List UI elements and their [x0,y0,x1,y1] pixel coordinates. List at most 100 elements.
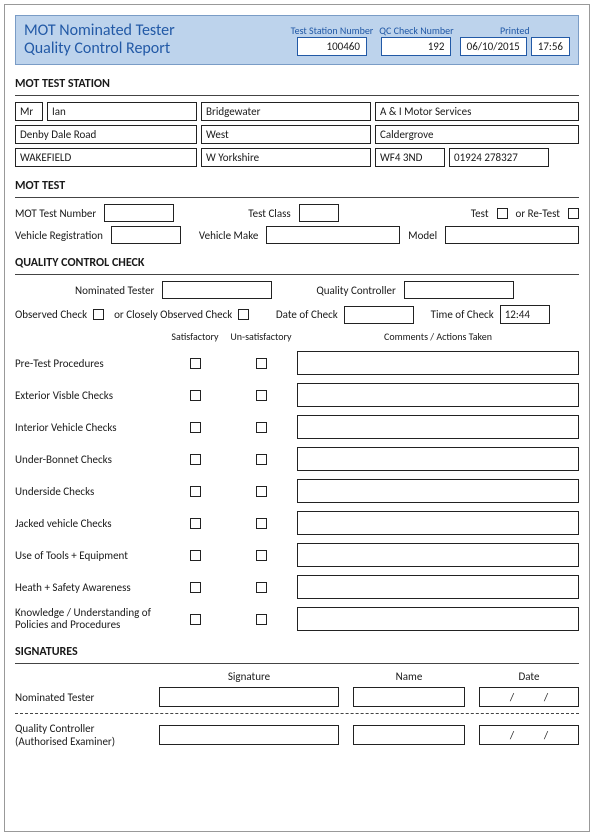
station-firstname: Ian [47,102,197,121]
station-area: West [201,125,371,144]
quality-controller-input[interactable] [404,281,514,299]
check-sat[interactable] [190,614,201,625]
check-sat[interactable] [190,422,201,433]
observed-check-checkbox[interactable] [93,309,104,320]
station-row3: WAKEFIELD W Yorkshire WF4 3ND 01924 2783… [15,148,579,167]
station-phone: 01924 278327 [449,148,549,167]
check-item-label: Under-Bonnet Checks [15,453,165,466]
station-postcode: WF4 3ND [375,148,445,167]
sig-qc-date[interactable]: / / [479,725,579,745]
comment-box[interactable] [297,511,579,535]
page: MOT Nominated Tester Quality Control Rep… [4,4,590,832]
vehicle-make-label: Vehicle Make [199,229,258,242]
vehicle-make-input[interactable] [266,226,400,244]
check-item-label: Use of Tools + Equipment [15,549,165,562]
sig-qc-name[interactable] [353,725,465,745]
sig-tester-name[interactable] [353,687,465,707]
sig-qc-signature[interactable] [159,725,339,745]
signature-row-tester: Nominated Tester / / [15,687,579,707]
test-class-label: Test Class [248,207,290,220]
qc-check-value: 192 [381,37,451,56]
comment-box[interactable] [297,447,579,471]
comment-box[interactable] [297,479,579,503]
sig-tester-signature[interactable] [159,687,339,707]
test-checkbox[interactable] [497,208,508,219]
divider [15,663,579,664]
mottest-section-title: MOT TEST [15,179,579,193]
title-line2: Quality Control Report [24,40,285,58]
check-unsat[interactable] [256,358,267,369]
comment-box[interactable] [297,543,579,567]
check-item-label: Exterior Visble Checks [15,389,165,402]
check-unsat[interactable] [256,582,267,593]
date-of-check-label: Date of Check [276,308,338,321]
check-sat[interactable] [190,550,201,561]
comment-box[interactable] [297,351,579,375]
test-station-value: 100460 [297,37,367,56]
report-title: MOT Nominated Tester Quality Control Rep… [24,22,285,58]
check-unsat[interactable] [256,550,267,561]
check-unsat[interactable] [256,486,267,497]
check-sat[interactable] [190,390,201,401]
test-number-input[interactable] [104,204,174,222]
check-unsat[interactable] [256,614,267,625]
check-sat[interactable] [190,454,201,465]
qc-check-label: QC Check Number [379,24,453,37]
vehicle-reg-label: Vehicle Registration [15,229,103,242]
col-comments: Comments / Actions Taken [297,330,579,343]
station-row2: Denby Dale Road West Caldergrove [15,125,579,144]
comment-box[interactable] [297,383,579,407]
time-of-check-input[interactable]: 12:44 [500,305,550,324]
retest-checkbox[interactable] [568,208,579,219]
station-address1: Denby Dale Road [15,125,197,144]
observed-check-label: Observed Check [15,308,87,321]
comment-box[interactable] [297,575,579,599]
signature-row-qc: Quality Controller (Authorised Examiner)… [15,722,579,748]
station-county: W Yorkshire [201,148,371,167]
or-retest-label: or Re-Test [516,207,560,220]
divider [15,274,579,275]
qc-options-row: Observed Check or Closely Observed Check… [15,305,579,324]
station-title: Mr [15,102,43,121]
station-section-title: MOT TEST STATION [15,77,579,91]
nominated-tester-input[interactable] [162,281,272,299]
check-unsat[interactable] [256,422,267,433]
qc-check-field: QC Check Number 192 [379,24,453,56]
mottest-row2: Vehicle Registration Vehicle Make Model [15,226,579,244]
time-of-check-label: Time of Check [431,308,494,321]
closely-observed-checkbox[interactable] [238,309,249,320]
check-sat[interactable] [190,486,201,497]
station-locality: Caldergrove [375,125,579,144]
vehicle-reg-input[interactable] [111,226,181,244]
model-label: Model [408,229,437,242]
date-of-check-input[interactable] [344,306,414,324]
title-line1: MOT Nominated Tester [24,22,285,40]
signatures-section-title: SIGNATURES [15,645,579,659]
quality-controller-label: Quality Controller [316,284,396,297]
check-unsat[interactable] [256,518,267,529]
test-label: Test [471,207,489,220]
check-sat[interactable] [190,358,201,369]
printed-date: 06/10/2015 [460,37,527,56]
station-row1: Mr Ian Bridgewater A & I Motor Services [15,102,579,121]
model-input[interactable] [445,226,579,244]
sig-qc-label: Quality Controller (Authorised Examiner) [15,722,145,748]
check-sat[interactable] [190,582,201,593]
test-class-input[interactable] [299,204,339,222]
dashed-divider [15,713,579,714]
check-item-label: Heath + Safety Awareness [15,581,165,594]
station-town: WAKEFIELD [15,148,197,167]
divider [15,197,579,198]
check-unsat[interactable] [256,390,267,401]
closely-observed-label: or Closely Observed Check [114,308,232,321]
check-sat[interactable] [190,518,201,529]
check-item-label: Underside Checks [15,485,165,498]
nominated-tester-label: Nominated Tester [75,284,154,297]
check-unsat[interactable] [256,454,267,465]
col-date: Date [479,670,579,683]
sig-tester-date[interactable]: / / [479,687,579,707]
check-item-label: Jacked vehicle Checks [15,517,165,530]
comment-box[interactable] [297,607,579,631]
comment-box[interactable] [297,415,579,439]
mottest-row1: MOT Test Number Test Class Test or Re-Te… [15,204,579,222]
